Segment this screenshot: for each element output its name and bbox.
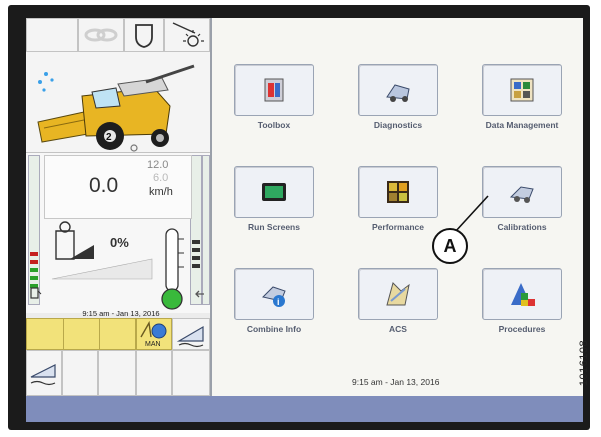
speed-value: 0.0	[89, 174, 119, 197]
procedures-icon	[511, 283, 535, 306]
svg-text:2: 2	[106, 132, 112, 143]
lower-strip	[26, 350, 210, 396]
strip-cell	[136, 350, 172, 396]
status-panel: 2 0.0 12.0 6.0 km/h 0% 9:15 am - Jan 13,…	[26, 18, 212, 396]
diagnostics-icon	[386, 84, 410, 102]
combine-info-tile[interactable]: i Combine Info	[212, 266, 336, 346]
combine-info-label: Combine Info	[246, 324, 302, 334]
calibrations-tile[interactable]: Calibrations	[460, 164, 583, 244]
reel-icon	[140, 320, 167, 339]
performance-button[interactable]	[358, 166, 438, 218]
combine-harvester-icon: 2	[37, 64, 195, 152]
data-management-tile[interactable]: Data Management	[460, 62, 583, 142]
status-datetime: 9:15 am - Jan 13, 2016	[82, 309, 160, 318]
man-label: MAN	[145, 341, 161, 348]
procedures-button[interactable]	[482, 268, 562, 320]
toolbox-tile[interactable]: Toolbox	[212, 62, 336, 142]
display-screen: 2 0.0 12.0 6.0 km/h 0% 9:15 am - Jan 13,…	[26, 18, 583, 396]
header-height-icon	[30, 364, 56, 386]
combine-status: 2	[26, 52, 210, 153]
toolbox-icon	[264, 78, 284, 102]
right-level-bar-2	[202, 155, 210, 305]
svg-text:i: i	[277, 297, 280, 307]
status-cell-empty	[26, 18, 78, 52]
run-screens-label: Run Screens	[248, 222, 300, 232]
menu-datetime: 9:15 am - Jan 13, 2016	[352, 377, 440, 387]
fuel-icon	[28, 285, 44, 301]
load-percent: 0%	[110, 235, 129, 250]
status-cell-link[interactable]	[78, 18, 124, 52]
document-number: 1016108	[578, 335, 599, 395]
diagnostics-tile[interactable]: Diagnostics	[336, 62, 460, 142]
speed-max: 12.0	[147, 159, 169, 171]
acs-button[interactable]	[358, 268, 438, 320]
data-management-button[interactable]	[482, 64, 562, 116]
header-height-button[interactable]	[26, 350, 62, 396]
acs-label: ACS	[389, 324, 407, 334]
diagnostics-button[interactable]	[358, 64, 438, 116]
toolbox-label: Toolbox	[257, 120, 291, 130]
gauge-area: 0.0 12.0 6.0 km/h 0%	[26, 153, 210, 313]
header-shield-icon	[135, 24, 153, 48]
header-tilt-icon	[176, 325, 204, 348]
diagnostics-label: Diagnostics	[373, 120, 423, 130]
speed-unit: km/h	[149, 186, 173, 198]
data-management-icon	[510, 78, 534, 102]
status-cell-light[interactable]	[164, 18, 210, 52]
header-tilt-button[interactable]	[172, 318, 210, 350]
yellow-zone	[26, 318, 136, 351]
toolbox-button[interactable]	[234, 64, 314, 116]
procedures-tile[interactable]: Procedures	[460, 266, 583, 346]
bottom-status-bar	[26, 396, 583, 422]
combine-info-icon: i	[262, 286, 286, 307]
reel-mode-button[interactable]: MAN	[136, 318, 172, 350]
chain-link-icon	[84, 28, 118, 42]
strip-cell	[98, 350, 136, 396]
combine-info-button[interactable]: i	[234, 268, 314, 320]
main-menu: Toolbox Diagnostics Data Management Run …	[212, 18, 583, 396]
document-number-text: 1016108	[578, 339, 591, 387]
thermometer-gauge-icon	[161, 228, 184, 310]
run-screens-tile[interactable]: Run Screens	[212, 164, 336, 244]
left-level-bar	[28, 155, 40, 305]
calibrations-label: Calibrations	[497, 222, 547, 232]
callout-a: A	[432, 228, 468, 264]
work-light-icon	[172, 22, 204, 47]
speed-sub: 6.0	[153, 172, 169, 184]
load-gauge-icon	[51, 221, 153, 280]
procedures-label: Procedures	[498, 324, 546, 334]
data-management-label: Data Management	[485, 120, 559, 130]
strip-cell	[62, 350, 98, 396]
acs-tile[interactable]: ACS	[336, 266, 460, 346]
status-cell-shield[interactable]	[124, 18, 164, 52]
acs-icon	[386, 282, 410, 306]
calibrations-button[interactable]	[482, 166, 562, 218]
header-strip: MAN	[26, 318, 210, 351]
arrow-left-icon	[192, 287, 208, 301]
speed-readout: 0.0 12.0 6.0 km/h	[44, 155, 192, 219]
strip-cell	[172, 350, 210, 396]
load-readout: 0%	[44, 219, 154, 281]
performance-icon	[387, 181, 409, 203]
run-screens-icon	[262, 183, 286, 201]
fill-thermometer	[154, 219, 190, 315]
calibrations-icon	[509, 186, 534, 203]
run-screens-button[interactable]	[234, 166, 314, 218]
